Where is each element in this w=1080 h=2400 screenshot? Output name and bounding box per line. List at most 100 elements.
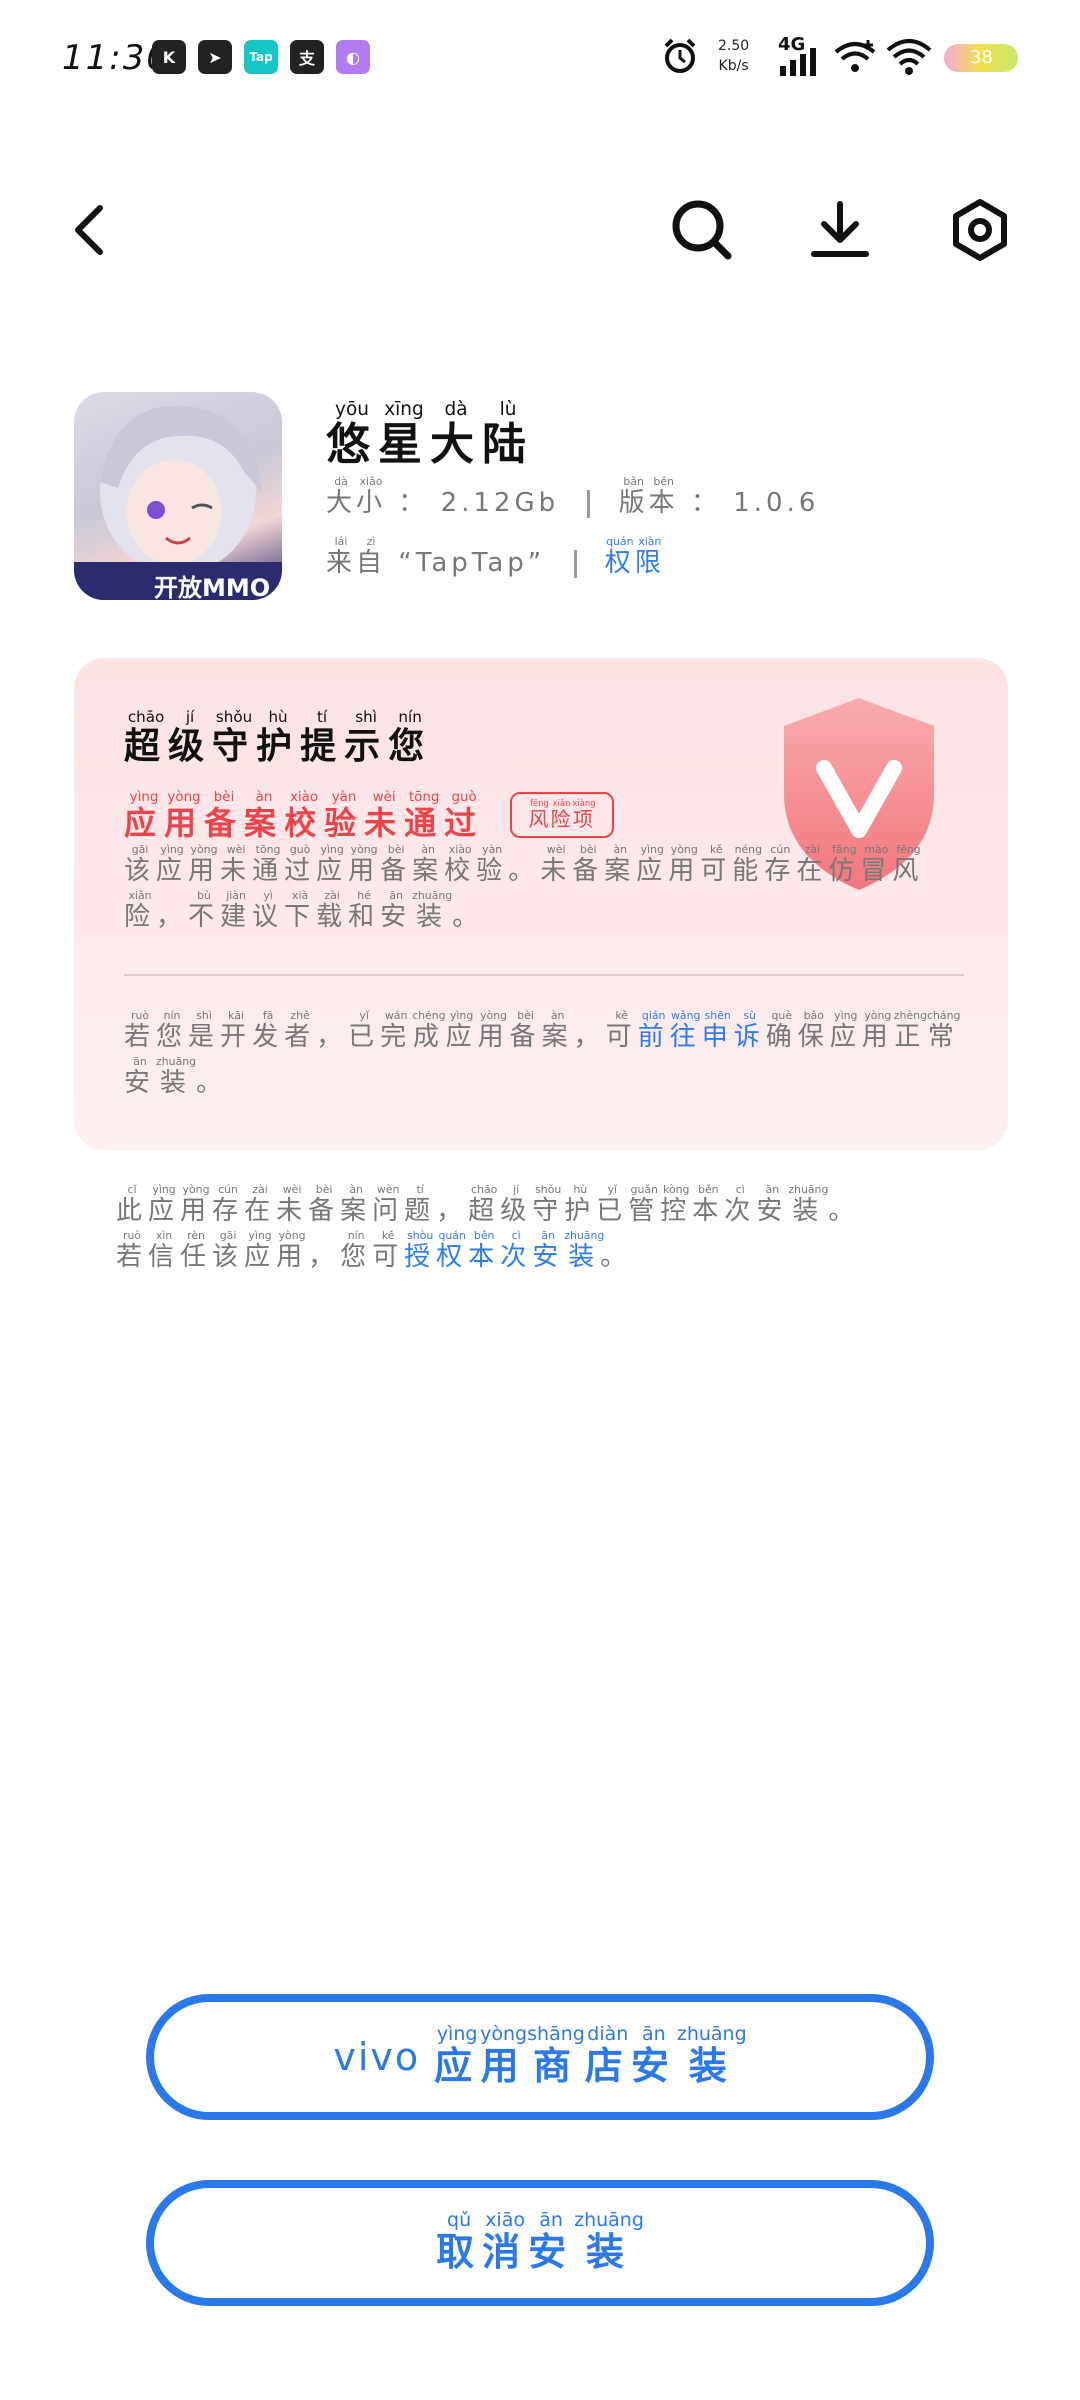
hanzi-char: 通tōng xyxy=(404,790,445,842)
hanzi-char: 应yìng xyxy=(148,1183,181,1226)
download-button[interactable] xyxy=(800,190,880,270)
chevron-left-icon xyxy=(75,205,103,255)
appeal-link[interactable]: 前qián往wǎng申shēn诉sù xyxy=(637,1009,766,1052)
hanzi-char: 已yǐ xyxy=(596,1183,629,1226)
cancel-install-button[interactable]: 取qǔ 消xiāo 安ān 装zhuāng xyxy=(146,2180,934,2306)
hanzi-char: 完wán xyxy=(380,1009,413,1052)
battery-level: 38 xyxy=(970,47,993,68)
hanzi-char: 您nín xyxy=(340,1229,373,1272)
search-button[interactable] xyxy=(662,190,742,270)
divider xyxy=(573,549,577,578)
button-char: 取qǔ xyxy=(436,2208,483,2274)
hanzi-char: 通tōng xyxy=(252,843,285,886)
hanzi-char: 大dà xyxy=(326,475,357,518)
hanzi-char: 装zhuāng xyxy=(412,889,453,932)
hanzi-char: 自zì xyxy=(356,535,387,578)
divider xyxy=(587,489,591,518)
authorize-install-link[interactable]: 授shòu权quán本běn次cì安ān装zhuāng xyxy=(404,1229,605,1272)
hanzi-char: 悠yōu xyxy=(326,399,378,470)
link-char: 授shòu xyxy=(404,1229,437,1272)
button-char: 安ān xyxy=(630,2022,677,2088)
hanzi-char: 星xīng xyxy=(378,399,430,470)
link-char: 权quán xyxy=(436,1229,469,1272)
hanzi-char: 您nín xyxy=(156,1009,189,1052)
hanzi-char: 。 xyxy=(196,1068,229,1098)
app-icon-image: 开放MMO xyxy=(74,392,282,600)
hanzi-char: 议yì xyxy=(252,889,285,932)
hanzi-char: 备bèi xyxy=(572,843,605,886)
wifi-icon xyxy=(886,39,932,75)
hanzi-char: 信xìn xyxy=(148,1229,181,1272)
hanzi-char: 守shǒu xyxy=(212,708,257,767)
hanzi-char: 安ān xyxy=(756,1183,789,1226)
hanzi-char: 若ruò xyxy=(124,1009,157,1052)
link-char: 装zhuāng xyxy=(564,1229,605,1272)
k-app-icon: K xyxy=(152,40,186,74)
version-value: 1.0.6 xyxy=(733,488,820,518)
hanzi-char: 开kāi xyxy=(220,1009,253,1052)
permissions-link[interactable]: 权quán限xiàn xyxy=(604,535,665,578)
hanzi-char: 验yàn xyxy=(476,843,509,886)
hanzi-char: 应yìng xyxy=(445,1009,478,1052)
hanzi-char: 存cún xyxy=(764,843,797,886)
hanzi-char: ， xyxy=(436,1196,469,1226)
hanzi-char: 护hù xyxy=(564,1183,597,1226)
hanzi-char: 案àn xyxy=(541,1009,574,1052)
link-char: 权quán xyxy=(604,535,635,578)
size-separator-colon: ： xyxy=(398,488,429,518)
hanzi-char: 成chéng xyxy=(412,1009,446,1052)
hanzi-char: 。 xyxy=(452,902,485,932)
hanzi-char: 校xiào xyxy=(284,790,325,842)
link-char: 限xiàn xyxy=(634,535,665,578)
hanzi-char: 用yòng xyxy=(348,843,381,886)
hanzi-char: 载zài xyxy=(316,889,349,932)
hanzi-char: 守shǒu xyxy=(532,1183,565,1226)
button-char: 安ān xyxy=(528,2208,575,2274)
hanzi-char: 备bèi xyxy=(308,1183,341,1226)
hanzi-char: 发fā xyxy=(252,1009,285,1052)
purple-app-icon: ◐ xyxy=(336,40,370,74)
hanzi-char: 和hé xyxy=(348,889,381,932)
hanzi-char: 若ruò xyxy=(116,1229,149,1272)
hanzi-char: 控kòng xyxy=(660,1183,693,1226)
hanzi-char: 安ān xyxy=(124,1055,157,1098)
back-button[interactable] xyxy=(50,190,130,270)
card-divider xyxy=(124,974,964,976)
hanzi-char: ， xyxy=(308,1242,341,1272)
version-label: 版bǎn本běn xyxy=(619,475,679,518)
hanzi-char: 用yòng xyxy=(180,1183,213,1226)
button-char: 应yìng xyxy=(434,2022,481,2088)
hanzi-char: 题tí xyxy=(404,1183,437,1226)
hanzi-char: 该gāi xyxy=(124,843,157,886)
hanzi-char: 陆lù xyxy=(482,399,534,470)
developer-appeal-text: 若ruò您nín是shì开kāi发fā者zhě，已yǐ完wán成chéng应yì… xyxy=(124,1009,964,1106)
hanzi-char: 护hù xyxy=(256,708,301,767)
hanzi-char: ， xyxy=(156,902,189,932)
hanzi-char: 保bǎo xyxy=(797,1009,830,1052)
hanzi-char: 可kě xyxy=(700,843,733,886)
risk-heading: 应yìng用yòng备bèi案àn校xiào验yàn未wèi通tōng过guò xyxy=(124,790,484,844)
taptap-icon: Tap xyxy=(244,40,278,74)
button-char: 用yòng xyxy=(480,2022,528,2088)
vivo-brand-label: vivo xyxy=(333,2035,421,2079)
link-char: 前qián xyxy=(637,1009,670,1052)
hanzi-char: 用yòng xyxy=(668,843,701,886)
hanzi-char: 大dà xyxy=(430,399,482,470)
hanzi-char: ， xyxy=(316,1022,349,1052)
link-char: 次cì xyxy=(500,1229,533,1272)
hanzi-char: 案àn xyxy=(412,843,445,886)
hanzi-char: 级jí xyxy=(500,1183,533,1226)
size-value: 2.12Gb xyxy=(440,488,560,518)
hanzi-char: 能néng xyxy=(732,843,765,886)
hanzi-char: 在zài xyxy=(244,1183,277,1226)
app-icon-caption: 开放MMO xyxy=(154,574,271,600)
hanzi-char: 可kě xyxy=(605,1009,638,1052)
hanzi-char: 未wèi xyxy=(540,843,573,886)
app-name: 悠yōu星xīng大dà陆lù xyxy=(326,399,534,472)
settings-button[interactable] xyxy=(940,190,1020,270)
hanzi-char: 次cì xyxy=(724,1183,757,1226)
hanzi-char: 您nín xyxy=(388,708,433,767)
hanzi-char: 未wèi xyxy=(220,843,253,886)
vivo-store-install-button[interactable]: vivo 应yìng 用yòng 商shāng 店diàn 安ān 装zhuāng xyxy=(146,1994,934,2120)
button-char: 店diàn xyxy=(584,2022,631,2088)
